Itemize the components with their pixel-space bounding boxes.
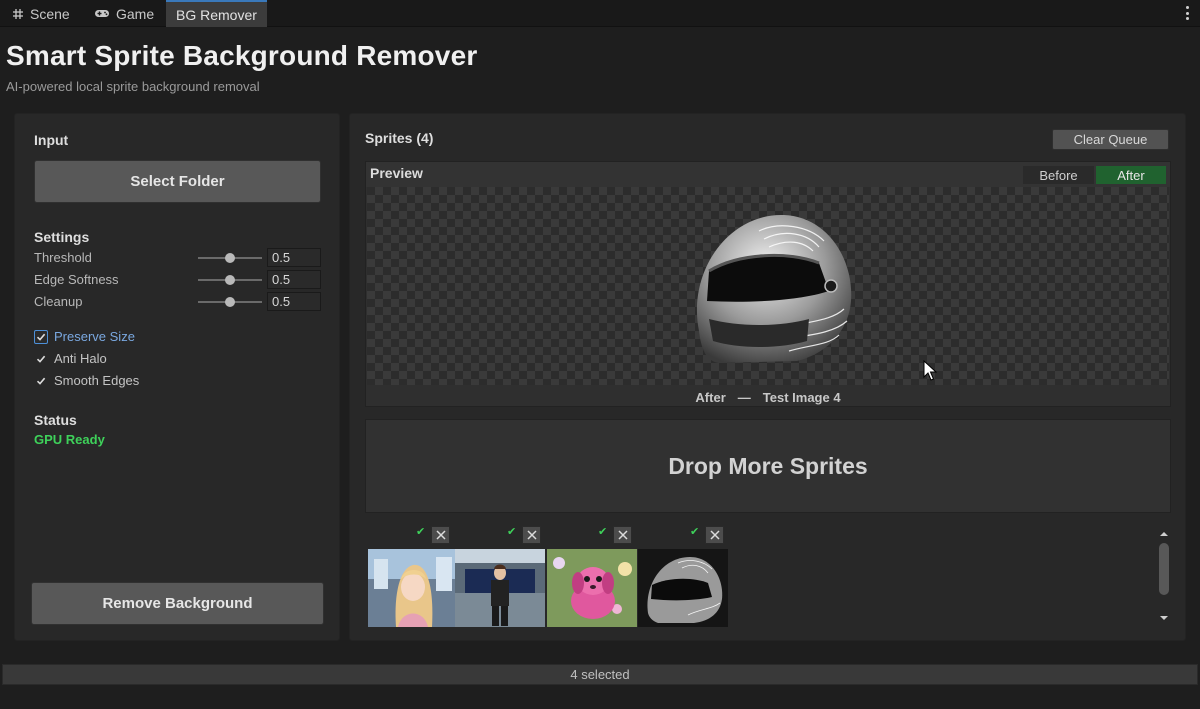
more-options-icon[interactable] [1184,6,1190,20]
close-icon [709,530,720,540]
helmet-preview-image [696,214,852,363]
checkmark-icon [34,352,48,366]
caption-separator: — [737,390,751,405]
grid-icon [12,8,24,20]
tab-label: BG Remover [176,6,257,23]
tab-scene[interactable]: Scene [12,0,70,27]
done-check-icon: ✔ [507,526,517,538]
close-icon [435,530,446,540]
thumbnail-scrollbar[interactable] [1159,543,1169,595]
remove-sprite-3-button[interactable] [613,526,632,544]
done-check-icon: ✔ [598,526,608,538]
tab-label: Scene [30,5,70,22]
settings-heading: Settings [34,229,90,245]
slider-handle[interactable] [225,275,235,285]
before-toggle[interactable]: Before [1023,166,1094,184]
cleanup-label: Cleanup [34,294,83,309]
scroll-up-icon[interactable] [1159,530,1169,538]
tab-label: Game [116,5,155,22]
anime-girl-thumbnail [368,549,458,627]
slider-handle[interactable] [225,297,235,307]
helmet-thumbnail [638,549,728,627]
sci-fi-character-thumbnail [455,549,545,627]
gamepad-icon [94,8,110,19]
remove-sprite-2-button[interactable] [522,526,541,544]
anti-halo-checkbox[interactable]: Anti Halo [34,351,107,366]
sprite-thumbnail-4[interactable] [638,549,728,627]
threshold-label: Threshold [34,250,92,265]
after-toggle[interactable]: After [1096,166,1166,184]
anti-halo-label: Anti Halo [54,351,107,366]
threshold-slider[interactable] [198,253,262,263]
sprite-thumbnail-2[interactable] [455,549,545,627]
cleanup-slider[interactable] [198,297,262,307]
threshold-field[interactable]: 0.5 [267,248,321,267]
done-check-icon: ✔ [416,526,426,538]
tab-game[interactable]: Game [94,0,154,27]
status-bar: 4 selected [2,664,1198,685]
select-folder-button[interactable]: Select Folder [34,160,321,203]
preview-panel: Preview Before After After — Test Image … [365,161,1171,407]
done-check-icon: ✔ [690,526,700,538]
preview-label: Preview [370,165,423,181]
drop-zone[interactable]: Drop More Sprites [365,419,1171,513]
checkmark-icon [34,329,48,344]
transparency-checkerboard [367,187,1169,385]
preserve-size-checkbox[interactable]: Preserve Size [34,329,135,344]
smooth-edges-checkbox[interactable]: Smooth Edges [34,373,139,388]
status-heading: Status [34,412,77,428]
remove-sprite-4-button[interactable] [705,526,724,544]
settings-panel: Input Select Folder Settings Threshold 0… [14,113,340,641]
preview-caption: After — Test Image 4 [366,390,1170,405]
slider-handle[interactable] [225,253,235,263]
page-title: Smart Sprite Background Remover [6,40,478,71]
close-icon [526,530,537,540]
remove-sprite-1-button[interactable] [431,526,450,544]
editor-tab-bar: Scene Game BG Remover [0,0,1200,27]
mouse-cursor-icon [923,360,937,381]
clear-queue-button[interactable]: Clear Queue [1052,129,1169,150]
pink-puppy-thumbnail [547,549,637,627]
page-subtitle: AI-powered local sprite background remov… [6,79,260,94]
sprites-heading: Sprites (4) [365,130,434,146]
status-value: GPU Ready [34,432,105,447]
close-icon [617,530,628,540]
edge-softness-field[interactable]: 0.5 [267,270,321,289]
sprite-thumbnail-1[interactable] [368,549,458,627]
caption-mode: After [695,390,726,405]
sprites-panel: Sprites (4) Clear Queue Preview Before A… [349,113,1186,641]
checkmark-icon [34,374,48,388]
sprite-thumbnail-3[interactable] [547,549,637,627]
caption-name: Test Image 4 [762,390,841,405]
scroll-down-icon[interactable] [1159,614,1169,622]
cleanup-field[interactable]: 0.5 [267,292,321,311]
tab-bg-remover[interactable]: BG Remover [166,0,267,27]
preserve-size-label: Preserve Size [54,329,135,344]
remove-background-button[interactable]: Remove Background [31,582,324,625]
edge-softness-label: Edge Softness [34,272,119,287]
smooth-edges-label: Smooth Edges [54,373,140,388]
edge-softness-slider[interactable] [198,275,262,285]
input-heading: Input [34,132,69,148]
preview-header: Preview Before After [366,162,1170,187]
